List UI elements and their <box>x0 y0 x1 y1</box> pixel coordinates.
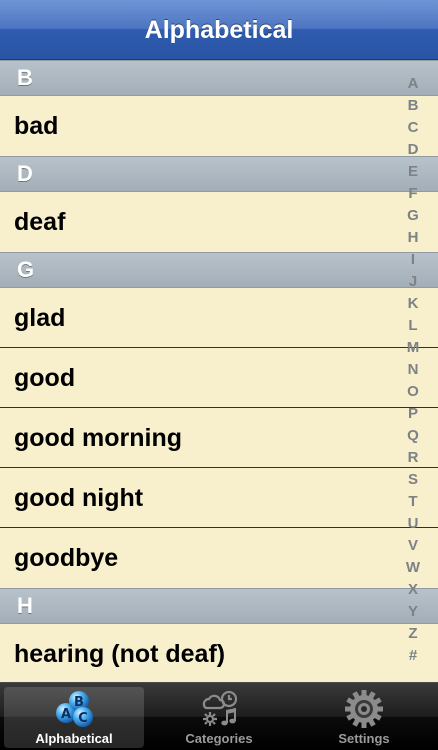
index-letter-y[interactable]: Y <box>408 603 418 621</box>
index-letter-g[interactable]: G <box>407 207 419 225</box>
index-letter-o[interactable]: O <box>407 383 419 401</box>
index-letter-h[interactable]: H <box>408 229 419 247</box>
index-letter-q[interactable]: Q <box>407 427 419 445</box>
index-letter-z[interactable]: Z <box>408 625 417 643</box>
svg-text:C: C <box>78 711 88 726</box>
list-item[interactable]: bad <box>0 96 438 156</box>
index-letter-t[interactable]: T <box>408 493 417 511</box>
list-item[interactable]: goodbye <box>0 528 438 588</box>
tab-label: Categories <box>185 731 253 746</box>
section-header-d: D <box>0 156 438 192</box>
tab-label: Settings <box>338 731 390 746</box>
section-header-h: H <box>0 588 438 624</box>
navigation-bar: Alphabetical <box>0 0 438 60</box>
list-item-label: good <box>14 364 76 392</box>
list-item-label: good night <box>14 484 144 512</box>
tab-label: Alphabetical <box>35 731 113 746</box>
index-letter-c[interactable]: C <box>408 119 419 137</box>
index-letter-j[interactable]: J <box>409 273 417 291</box>
index-letter-u[interactable]: U <box>408 515 419 533</box>
index-letter-r[interactable]: R <box>408 449 419 467</box>
index-letter-b[interactable]: B <box>408 97 419 115</box>
gear-icon <box>345 690 383 728</box>
list-item[interactable]: good night <box>0 468 438 528</box>
list-item-label: bad <box>14 112 59 140</box>
index-letter-x[interactable]: X <box>408 581 418 599</box>
tab-settings[interactable]: Settings <box>294 687 434 748</box>
index-letter-d[interactable]: D <box>408 141 419 159</box>
section-header-label: G <box>17 257 35 282</box>
page-title: Alphabetical <box>144 16 294 44</box>
index-letter-v[interactable]: V <box>408 537 418 555</box>
section-header-label: H <box>17 593 33 618</box>
list-item-label: deaf <box>14 208 66 236</box>
index-letter-k[interactable]: K <box>408 295 419 313</box>
list-item[interactable]: glad <box>0 288 438 348</box>
tab-categories[interactable]: Categories <box>149 687 289 748</box>
list-item-label: hearing (not deaf) <box>14 640 226 668</box>
index-letter-i[interactable]: I <box>411 251 415 269</box>
word-list[interactable]: B bad D deaf G glad good good morning go… <box>0 60 438 682</box>
section-header-g: G <box>0 252 438 288</box>
section-header-b: B <box>0 60 438 96</box>
svg-text:B: B <box>74 695 84 710</box>
list-item[interactable]: deaf <box>0 192 438 252</box>
categories-icon <box>202 690 238 726</box>
tab-bar: A B C Alphabetical Categories Settings <box>0 682 438 750</box>
section-header-label: B <box>17 65 33 90</box>
index-letter-s[interactable]: S <box>408 471 418 489</box>
list-item[interactable]: hearing (not deaf) <box>0 624 438 682</box>
index-letter-w[interactable]: W <box>406 559 420 577</box>
index-letter-f[interactable]: F <box>408 185 417 203</box>
abc-bubbles-icon: A B C <box>56 691 93 727</box>
index-letter-m[interactable]: M <box>407 339 420 357</box>
section-index-bar[interactable]: A B C D E F G H I J K L M N O P Q R S T … <box>402 75 424 665</box>
index-letter-a[interactable]: A <box>408 75 419 93</box>
list-item-label: good morning <box>14 424 183 452</box>
index-letter-p[interactable]: P <box>408 405 418 423</box>
section-header-label: D <box>17 161 33 186</box>
list-item-label: glad <box>14 304 66 332</box>
index-letter-e[interactable]: E <box>408 163 418 181</box>
index-letter-hash[interactable]: # <box>409 647 417 665</box>
list-item[interactable]: good <box>0 348 438 408</box>
index-letter-l[interactable]: L <box>408 317 417 335</box>
svg-text:A: A <box>61 707 71 722</box>
list-item-label: goodbye <box>14 544 119 572</box>
list-item[interactable]: good morning <box>0 408 438 468</box>
index-letter-n[interactable]: N <box>408 361 419 379</box>
tab-alphabetical[interactable]: A B C Alphabetical <box>4 687 144 748</box>
